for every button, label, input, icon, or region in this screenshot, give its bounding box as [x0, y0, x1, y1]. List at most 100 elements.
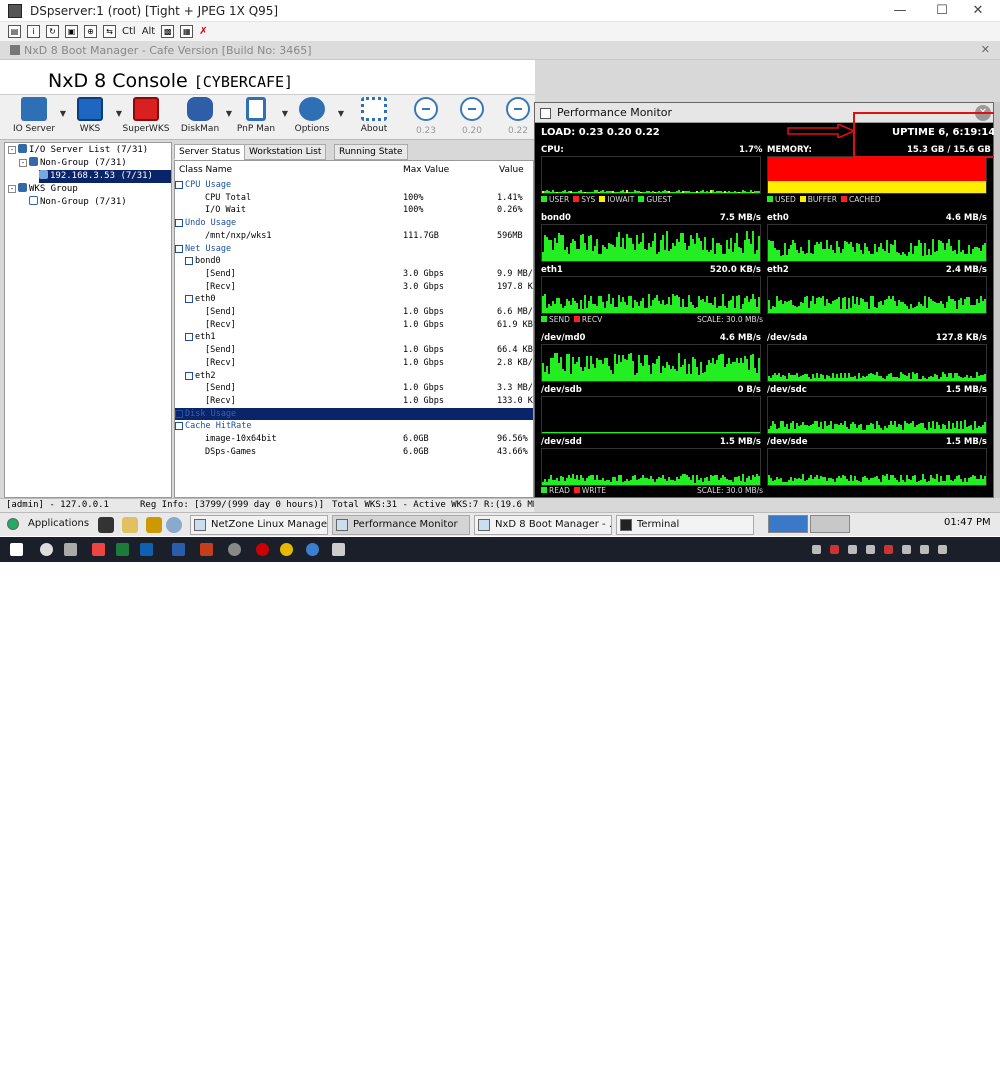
- table-row[interactable]: eth2: [175, 370, 533, 382]
- table-row[interactable]: eth0: [175, 293, 533, 305]
- info-icon[interactable]: i: [27, 25, 40, 38]
- keyboard-icon[interactable]: [938, 545, 947, 554]
- workspace-1[interactable]: [768, 515, 808, 533]
- table-row[interactable]: image-10x64bit 6.0GB 96.56%: [175, 433, 533, 445]
- tab-workstation-list[interactable]: Workstation List: [244, 144, 327, 160]
- app-icon[interactable]: [256, 543, 269, 556]
- tree-item-wks-group[interactable]: - WKS Group: [8, 183, 78, 196]
- table-row[interactable]: bond0: [175, 255, 533, 267]
- disconnect-icon[interactable]: ✗: [199, 26, 207, 37]
- expand-icon[interactable]: [185, 257, 193, 266]
- tab-server-status[interactable]: Server Status: [174, 144, 246, 160]
- scrollbar[interactable]: [994, 102, 1000, 498]
- tray-icon[interactable]: [884, 545, 893, 554]
- io-server-button[interactable]: IO Server ▼: [8, 97, 66, 134]
- tree-item-server[interactable]: 192.168.3.53 (7/31): [39, 170, 171, 183]
- task-performance-monitor[interactable]: Performance Monitor: [332, 515, 470, 535]
- table-row[interactable]: /mnt/nxp/wks1 111.7GB 596MB: [175, 230, 533, 242]
- app-icon[interactable]: [306, 543, 319, 556]
- tree-item-io-server-list[interactable]: - I/O Server List (7/31): [8, 144, 148, 157]
- chevron-down-icon[interactable]: ▼: [338, 109, 344, 118]
- table-row[interactable]: [Send] 3.0 Gbps 9.9 MB/s: [175, 268, 533, 280]
- tray-icon[interactable]: [866, 545, 875, 554]
- word-icon[interactable]: [172, 543, 185, 556]
- collapse-icon[interactable]: -: [19, 159, 27, 167]
- tab-running-state[interactable]: Running State: [334, 144, 408, 160]
- table-row[interactable]: [Recv] 1.0 Gbps 133.0 KB: [175, 395, 533, 407]
- expand-icon[interactable]: [175, 219, 183, 228]
- table-row[interactable]: CPU Total 100% 1.41%: [175, 192, 533, 204]
- browser-icon[interactable]: [166, 517, 182, 533]
- table-row[interactable]: [Send] 1.0 Gbps 66.4 KB/: [175, 344, 533, 356]
- task-netzone[interactable]: NetZone Linux Manager: [190, 515, 328, 535]
- volume-icon[interactable]: [920, 545, 929, 554]
- nxd-close-icon[interactable]: ✕: [981, 43, 990, 56]
- tray-icon[interactable]: [830, 545, 839, 554]
- save-icon[interactable]: ▦: [180, 25, 194, 38]
- column-header-max[interactable]: Max Value: [403, 165, 449, 175]
- network-icon[interactable]: [902, 545, 911, 554]
- tree-item-non-group[interactable]: - Non-Group (7/31): [19, 157, 127, 170]
- fullscreen-icon[interactable]: ▣: [65, 25, 78, 38]
- superwks-button[interactable]: SuperWKS: [120, 97, 172, 134]
- expand-icon[interactable]: [175, 181, 183, 189]
- tray-icon[interactable]: [812, 545, 821, 554]
- expand-icon[interactable]: [175, 244, 183, 253]
- tree-item-wks-non-group[interactable]: Non-Group (7/31): [29, 196, 127, 209]
- column-header-value[interactable]: Value: [499, 165, 524, 175]
- windows-start-icon[interactable]: [10, 543, 23, 556]
- minimize-icon[interactable]: —: [880, 0, 920, 22]
- table-row[interactable]: [Send] 1.0 Gbps 6.6 MB/s: [175, 306, 533, 318]
- zoom-icon[interactable]: ⊕: [84, 25, 97, 38]
- table-row[interactable]: [Recv] 1.0 Gbps 61.9 KB/: [175, 319, 533, 331]
- terminal-launcher-icon[interactable]: [98, 517, 114, 533]
- notes-icon[interactable]: [146, 517, 162, 533]
- wks-button[interactable]: WKS ▼: [64, 97, 122, 134]
- ctrl-alt-del-icon[interactable]: ⇆: [103, 25, 116, 38]
- task-terminal[interactable]: Terminal: [616, 515, 754, 535]
- column-header-class[interactable]: Class Name: [179, 165, 232, 175]
- file-manager-icon[interactable]: [122, 517, 138, 533]
- maximize-icon[interactable]: ☐: [922, 0, 962, 22]
- table-row[interactable]: [Recv] 1.0 Gbps 2.8 KB/s: [175, 357, 533, 369]
- screenshot-icon[interactable]: ▩: [161, 25, 175, 38]
- chrome-icon[interactable]: [280, 543, 293, 556]
- expand-icon[interactable]: [185, 371, 193, 380]
- table-row[interactable]: Net Usage: [175, 243, 533, 255]
- expand-icon[interactable]: [185, 333, 193, 342]
- table-row[interactable]: [Send] 1.0 Gbps 3.3 MB/s: [175, 382, 533, 394]
- close-icon[interactable]: ✕: [958, 0, 998, 22]
- expand-icon[interactable]: [185, 295, 193, 304]
- app-icon[interactable]: [228, 543, 241, 556]
- table-row[interactable]: Undo Usage: [175, 217, 533, 229]
- applications-menu[interactable]: Applications: [4, 515, 94, 535]
- outlook-icon[interactable]: [140, 543, 153, 556]
- task-view-icon[interactable]: [64, 543, 77, 556]
- ctl-key-button[interactable]: Ctl: [122, 26, 136, 37]
- powerpoint-icon[interactable]: [200, 543, 213, 556]
- diskman-button[interactable]: DiskMan ▼: [174, 97, 232, 134]
- vnc-icon[interactable]: [332, 543, 345, 556]
- table-row[interactable]: eth1: [175, 331, 533, 343]
- refresh-icon[interactable]: ↻: [46, 25, 59, 38]
- table-row[interactable]: CPU Usage: [175, 179, 533, 191]
- workspace-2[interactable]: [810, 515, 850, 533]
- collapse-icon[interactable]: -: [8, 185, 16, 193]
- table-row[interactable]: [Recv] 3.0 Gbps 197.8 KB: [175, 281, 533, 293]
- table-row[interactable]: I/O Wait 100% 0.26%: [175, 204, 533, 216]
- options-icon[interactable]: ▤: [8, 25, 21, 38]
- alt-key-button[interactable]: Alt: [142, 26, 156, 37]
- collapse-icon[interactable]: -: [8, 146, 16, 154]
- pnpman-button[interactable]: PnP Man ▼: [230, 97, 288, 134]
- excel-icon[interactable]: [116, 543, 129, 556]
- tray-icon[interactable]: [848, 545, 857, 554]
- about-button[interactable]: About: [348, 97, 400, 134]
- table-row[interactable]: DSps-Games 6.0GB 43.66%: [175, 446, 533, 458]
- table-row[interactable]: Disk Usage: [175, 407, 533, 420]
- table-row[interactable]: Cache HitRate: [175, 420, 533, 432]
- expand-icon[interactable]: [175, 409, 183, 418]
- search-icon[interactable]: [40, 543, 53, 556]
- app-icon[interactable]: [92, 543, 105, 556]
- task-nxd-boot-manager[interactable]: NxD 8 Boot Manager - ...: [474, 515, 612, 535]
- expand-icon[interactable]: [175, 422, 183, 431]
